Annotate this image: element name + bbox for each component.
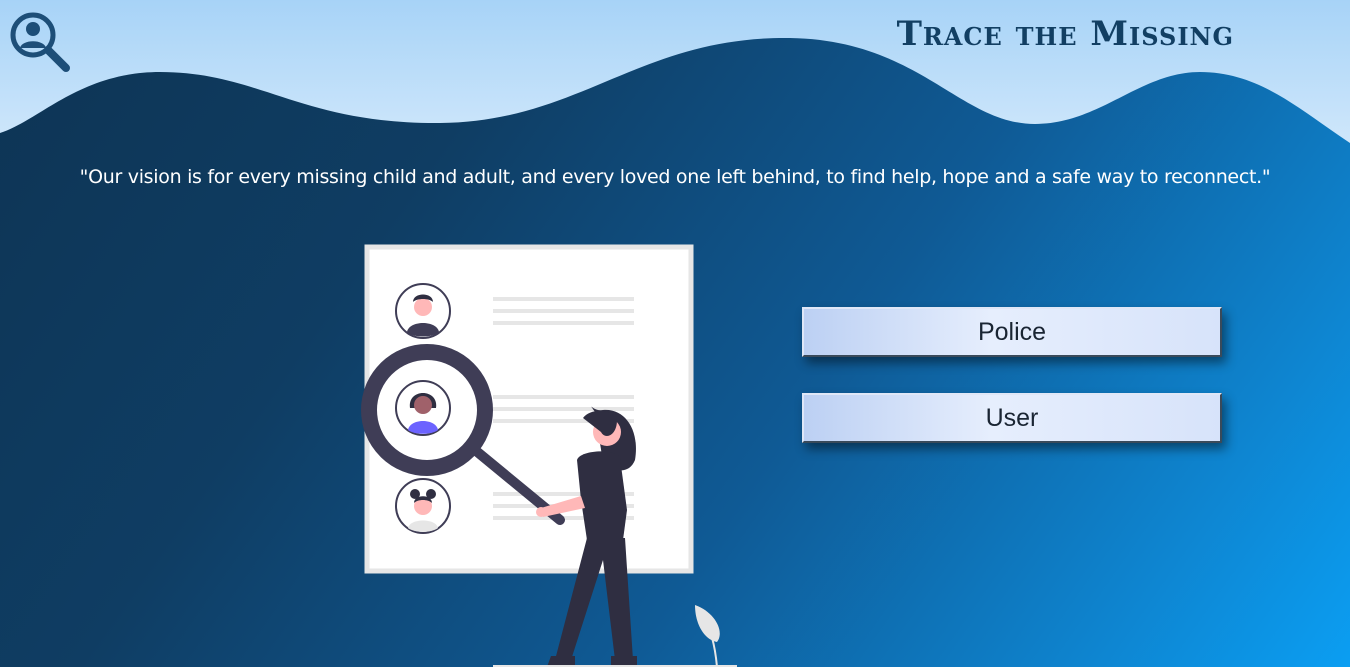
profile-search-illustration (361, 244, 737, 667)
brand-title: Trace the Missing (896, 14, 1234, 54)
user-login-button[interactable]: User (802, 393, 1222, 443)
police-login-button[interactable]: Police (802, 307, 1222, 357)
vision-statement: "Our vision is for every missing child a… (79, 166, 1271, 188)
person-search-icon[interactable] (8, 10, 74, 76)
